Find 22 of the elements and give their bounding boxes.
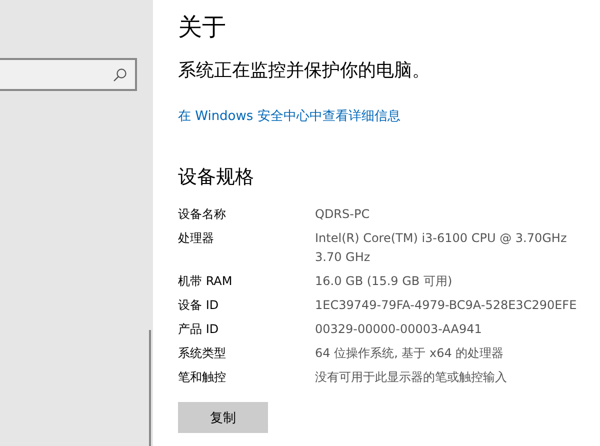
protection-status: 系统正在监控并保护你的电脑。 [178, 59, 430, 83]
spec-value: 1EC39749-79FA-4979-BC9A-528E3C290EFE [315, 297, 577, 314]
spec-value: Intel(R) Core(TM) i3-6100 CPU @ 3.70GHz 3.70 GHz [315, 230, 568, 266]
copy-button[interactable]: 复制 [178, 402, 268, 433]
scrollbar[interactable] [149, 330, 151, 446]
security-center-link[interactable]: 在 Windows 安全中心中查看详细信息 [178, 107, 400, 125]
spec-label: 设备名称 [178, 206, 227, 223]
spec-label: 设备 ID [178, 297, 220, 314]
spec-label: 机带 RAM [178, 273, 234, 290]
spec-label: 笔和触控 [178, 369, 227, 386]
spec-value: 16.0 GB (15.9 GB 可用) [315, 273, 454, 290]
spec-label: 系统类型 [178, 345, 227, 362]
spec-label: 产品 ID [178, 321, 220, 338]
section-title: 设备规格 [178, 165, 255, 190]
spec-value: QDRS-PC [315, 206, 371, 223]
search-field[interactable] [0, 58, 137, 91]
search-icon[interactable] [113, 68, 127, 82]
spec-label: 处理器 [178, 230, 215, 247]
spec-value: 没有可用于此显示器的笔或触控输入 [315, 369, 508, 386]
page-title: 关于 [178, 12, 227, 43]
spec-value: 00329-00000-00003-AA941 [315, 321, 483, 338]
spec-value: 64 位操作系统, 基于 x64 的处理器 [315, 345, 505, 362]
